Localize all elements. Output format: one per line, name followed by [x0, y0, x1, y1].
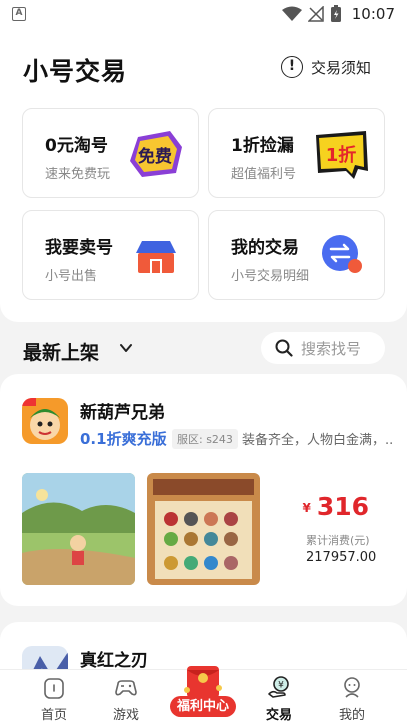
card-subtitle: 小号出售 [45, 269, 98, 284]
battery-icon [330, 5, 341, 22]
card-title: 0元淘号 [45, 136, 108, 156]
app-notification-icon: A [12, 7, 26, 21]
discount-badge-icon: 1折 [316, 131, 368, 179]
game-icon [22, 398, 68, 444]
game-name: 真红之刃 [80, 651, 148, 671]
card-sell-account[interactable]: 我要卖号 小号出售 [22, 210, 199, 300]
info-icon: ! [280, 56, 303, 78]
spent-total: 217957.00 [306, 550, 377, 565]
game-version-tag: 0.1折爽充版 [80, 430, 167, 448]
price-value: 316 [316, 492, 369, 521]
game-name: 新葫芦兄弟 [80, 403, 165, 423]
shop-icon [136, 241, 176, 273]
nav-home[interactable]: 首页 [24, 670, 84, 723]
card-discount-deals[interactable]: 1折捡漏 超值福利号 1折 [208, 108, 385, 198]
listing-description: 装备齐全，人物白金满，.. [242, 433, 394, 448]
screenshot-thumbnail[interactable] [22, 473, 135, 585]
profile-icon [344, 677, 360, 698]
nav-mine[interactable]: 我的 [322, 670, 382, 723]
nav-games[interactable]: 游戏 [96, 670, 156, 723]
free-badge-icon: 免费 [130, 131, 182, 177]
gamepad-icon [115, 680, 137, 696]
top-panel: 小号交易 ! 交易须知 0元淘号 速来免费玩 免费 1折捡漏 超值福利号 1折 … [0, 28, 407, 322]
clock: 10:07 [351, 5, 395, 23]
status-bar: A 10:07 [0, 0, 407, 28]
spent-label: 累计消费(元) [306, 534, 370, 547]
card-subtitle: 速来免费玩 [45, 167, 111, 182]
trade-notice-button[interactable]: ! 交易须知 [280, 56, 371, 78]
nav-home-label: 首页 [40, 708, 67, 723]
nav-trade[interactable]: ¥ 交易 [249, 670, 309, 723]
card-my-trades[interactable]: 我的交易 小号交易明细 [208, 210, 385, 300]
chevron-down-icon[interactable] [118, 340, 134, 356]
search-icon [275, 339, 293, 357]
card-title: 我要卖号 [45, 238, 113, 258]
home-icon [44, 678, 64, 699]
latest-bar: 最新上架 搜索找号 [0, 322, 407, 374]
currency-symbol: ¥ [302, 501, 311, 515]
server-badge: 服区: s243 [172, 429, 238, 449]
card-subtitle: 小号交易明细 [231, 269, 310, 284]
nav-mine-label: 我的 [338, 708, 365, 723]
card-free-account[interactable]: 0元淘号 速来免费玩 免费 [22, 108, 199, 198]
card-subtitle: 超值福利号 [231, 167, 297, 182]
price: ¥316 [302, 492, 369, 521]
svg-text:¥: ¥ [278, 681, 284, 691]
wifi-icon [281, 6, 302, 21]
nav-games-label: 游戏 [112, 708, 139, 723]
discount-badge-text: 1折 [326, 144, 357, 166]
welfare-center-label: 福利中心 [170, 696, 236, 717]
nav-trade-label: 交易 [265, 708, 292, 723]
card-title: 我的交易 [231, 238, 299, 258]
listing-card[interactable]: 新葫芦兄弟 0.1折爽充版 服区: s243 装备齐全，人物白金满，.. ¥31… [0, 374, 407, 606]
card-title: 1折捡漏 [231, 136, 294, 156]
exchange-icon [322, 235, 362, 273]
trade-notice-label: 交易须知 [310, 58, 371, 77]
no-signal-icon [307, 6, 324, 22]
latest-listings-title[interactable]: 最新上架 [23, 338, 99, 365]
welfare-center-button[interactable]: 福利中心 [170, 660, 236, 720]
trade-coin-icon: ¥ [268, 676, 289, 698]
page-title: 小号交易 [23, 57, 128, 86]
red-envelope-icon [184, 666, 222, 698]
screenshot-thumbnail[interactable] [147, 473, 260, 585]
search-input[interactable]: 搜索找号 [261, 332, 385, 364]
free-badge-text: 免费 [138, 146, 172, 167]
status-icons: 10:07 [281, 5, 395, 23]
search-placeholder: 搜索找号 [301, 339, 362, 358]
